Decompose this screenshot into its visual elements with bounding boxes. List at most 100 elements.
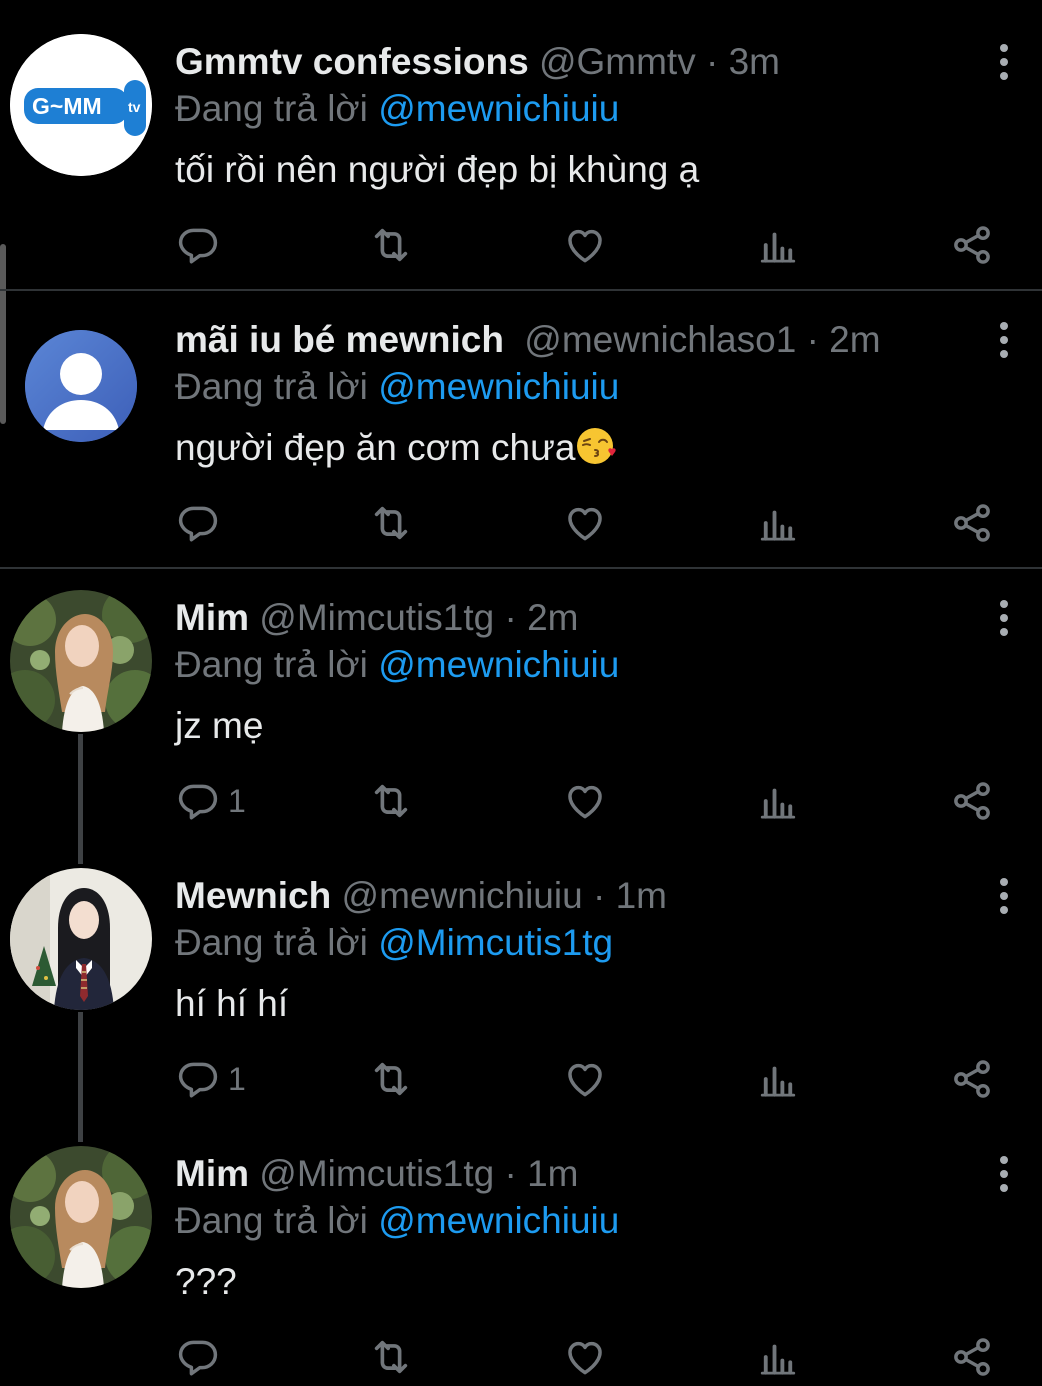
retweet-button[interactable] bbox=[368, 222, 414, 268]
avatar[interactable] bbox=[10, 590, 152, 732]
more-options-button[interactable] bbox=[988, 598, 1020, 638]
more-options-button[interactable] bbox=[988, 320, 1020, 360]
share-icon bbox=[950, 223, 994, 267]
retweet-icon bbox=[368, 778, 414, 824]
reply-button[interactable]: 1 bbox=[176, 1056, 246, 1102]
display-name[interactable]: Mim bbox=[175, 597, 249, 638]
display-name[interactable]: Mim bbox=[175, 1153, 249, 1194]
reply-icon bbox=[176, 779, 220, 823]
heart-icon bbox=[563, 223, 607, 267]
share-button[interactable] bbox=[950, 1334, 994, 1380]
display-name[interactable]: mãi iu bé mewnich bbox=[175, 319, 504, 360]
more-options-button[interactable] bbox=[988, 1154, 1020, 1194]
replying-to: Đang trả lời @Mimcutis1tg bbox=[175, 922, 613, 964]
reply-button[interactable]: 1 bbox=[176, 778, 246, 824]
retweet-button[interactable] bbox=[368, 500, 414, 546]
tweet-header: Mim @Mimcutis1tg · 1m bbox=[175, 1154, 579, 1194]
views-button[interactable] bbox=[757, 1056, 799, 1102]
gmmtv-logo-icon: G~MM tv bbox=[10, 34, 152, 176]
replying-to-label: Đang trả lời bbox=[175, 1200, 368, 1241]
reply-button[interactable] bbox=[176, 1334, 228, 1380]
tweet-actions: 1 bbox=[0, 778, 1042, 824]
user-handle[interactable]: @Mimcutis1tg bbox=[259, 1153, 494, 1194]
views-button[interactable] bbox=[757, 222, 799, 268]
logo-badge: tv bbox=[128, 99, 141, 115]
like-button[interactable] bbox=[563, 778, 607, 824]
heart-icon bbox=[563, 501, 607, 545]
more-vertical-icon bbox=[988, 876, 1020, 916]
default-avatar-icon bbox=[25, 330, 137, 442]
timestamp[interactable]: 1m bbox=[527, 1153, 578, 1194]
share-icon bbox=[950, 1335, 994, 1379]
like-button[interactable] bbox=[563, 222, 607, 268]
avatar[interactable] bbox=[10, 1146, 152, 1288]
tweet-mim[interactable]: Mim @Mimcutis1tg · 2m Đang trả lời @mewn… bbox=[0, 556, 1042, 834]
share-button[interactable] bbox=[950, 778, 994, 824]
reply-count: 1 bbox=[228, 1060, 246, 1097]
reply-button[interactable] bbox=[176, 222, 228, 268]
display-name[interactable]: Mewnich bbox=[175, 875, 331, 916]
retweet-button[interactable] bbox=[368, 1334, 414, 1380]
retweet-icon bbox=[368, 1334, 414, 1380]
timestamp[interactable]: 1m bbox=[616, 875, 667, 916]
retweet-icon bbox=[368, 1056, 414, 1102]
timestamp[interactable]: 2m bbox=[829, 319, 880, 360]
share-icon bbox=[950, 501, 994, 545]
separator-dot: · bbox=[705, 41, 719, 82]
kissing-face-emoji-icon bbox=[577, 428, 617, 464]
tweet-mewnich[interactable]: Mewnich @mewnichiuiu · 1m Đang trả lời @… bbox=[0, 834, 1042, 1112]
like-button[interactable] bbox=[563, 1056, 607, 1102]
like-button[interactable] bbox=[563, 500, 607, 546]
mention-link[interactable]: @mewnichiuiu bbox=[378, 1200, 619, 1241]
reply-button[interactable] bbox=[176, 500, 228, 546]
more-options-button[interactable] bbox=[988, 42, 1020, 82]
bar-chart-icon bbox=[757, 224, 799, 266]
replying-to-label: Đang trả lời bbox=[175, 88, 368, 129]
mention-link[interactable]: @Mimcutis1tg bbox=[378, 922, 613, 963]
timestamp[interactable]: 3m bbox=[729, 41, 780, 82]
tweet-gmmtv-confessions[interactable]: G~MM tv Gmmtv confessions @Gmmtv · 3m Đa… bbox=[0, 0, 1042, 290]
avatar[interactable]: G~MM tv bbox=[10, 34, 152, 176]
separator-dot: · bbox=[504, 1153, 517, 1194]
like-button[interactable] bbox=[563, 1334, 607, 1380]
views-button[interactable] bbox=[757, 1334, 799, 1380]
mention-link[interactable]: @mewnichiuiu bbox=[378, 644, 619, 685]
tweet-header: Mim @Mimcutis1tg · 2m bbox=[175, 598, 579, 638]
user-handle[interactable]: @mewnichlaso1 bbox=[524, 319, 796, 360]
user-handle[interactable]: @mewnichiuiu bbox=[342, 875, 583, 916]
tweet-mai-iu-be-mewnich[interactable]: mãi iu bé mewnich @mewnichlaso1 · 2m Đan… bbox=[0, 278, 1042, 568]
retweet-button[interactable] bbox=[368, 778, 414, 824]
tweet-header: mãi iu bé mewnich @mewnichlaso1 · 2m bbox=[175, 320, 881, 360]
tweet-text: tối rồi nên người đẹp bị khùng ạ bbox=[175, 149, 700, 190]
mention-link[interactable]: @mewnichiuiu bbox=[378, 366, 619, 407]
share-button[interactable] bbox=[950, 1056, 994, 1102]
user-handle[interactable]: @Mimcutis1tg bbox=[259, 597, 494, 638]
reply-icon bbox=[176, 501, 220, 545]
replying-to: Đang trả lời @mewnichiuiu bbox=[175, 366, 619, 408]
separator-dot: · bbox=[504, 597, 517, 638]
share-icon bbox=[950, 779, 994, 823]
more-options-button[interactable] bbox=[988, 876, 1020, 916]
avatar[interactable] bbox=[10, 868, 152, 1010]
tweet-text: hí hí hí bbox=[175, 983, 289, 1024]
views-button[interactable] bbox=[757, 778, 799, 824]
timestamp[interactable]: 2m bbox=[527, 597, 578, 638]
share-button[interactable] bbox=[950, 500, 994, 546]
tweet-mim[interactable]: Mim @Mimcutis1tg · 1m Đang trả lời @mewn… bbox=[0, 1112, 1042, 1386]
mention-link[interactable]: @mewnichiuiu bbox=[378, 88, 619, 129]
tweet-text: người đẹp ăn cơm chưa bbox=[175, 424, 619, 472]
views-button[interactable] bbox=[757, 500, 799, 546]
bar-chart-icon bbox=[757, 1058, 799, 1100]
reply-icon bbox=[176, 223, 220, 267]
heart-icon bbox=[563, 1335, 607, 1379]
share-button[interactable] bbox=[950, 222, 994, 268]
logo-text: G~MM bbox=[32, 93, 102, 119]
retweet-button[interactable] bbox=[368, 1056, 414, 1102]
user-handle[interactable]: @Gmmtv bbox=[539, 41, 696, 82]
more-vertical-icon bbox=[988, 42, 1020, 82]
display-name[interactable]: Gmmtv confessions bbox=[175, 41, 529, 82]
avatar[interactable] bbox=[25, 330, 137, 442]
tweet-actions bbox=[0, 1334, 1042, 1380]
replying-to: Đang trả lời @mewnichiuiu bbox=[175, 88, 619, 130]
reply-icon bbox=[176, 1335, 220, 1379]
